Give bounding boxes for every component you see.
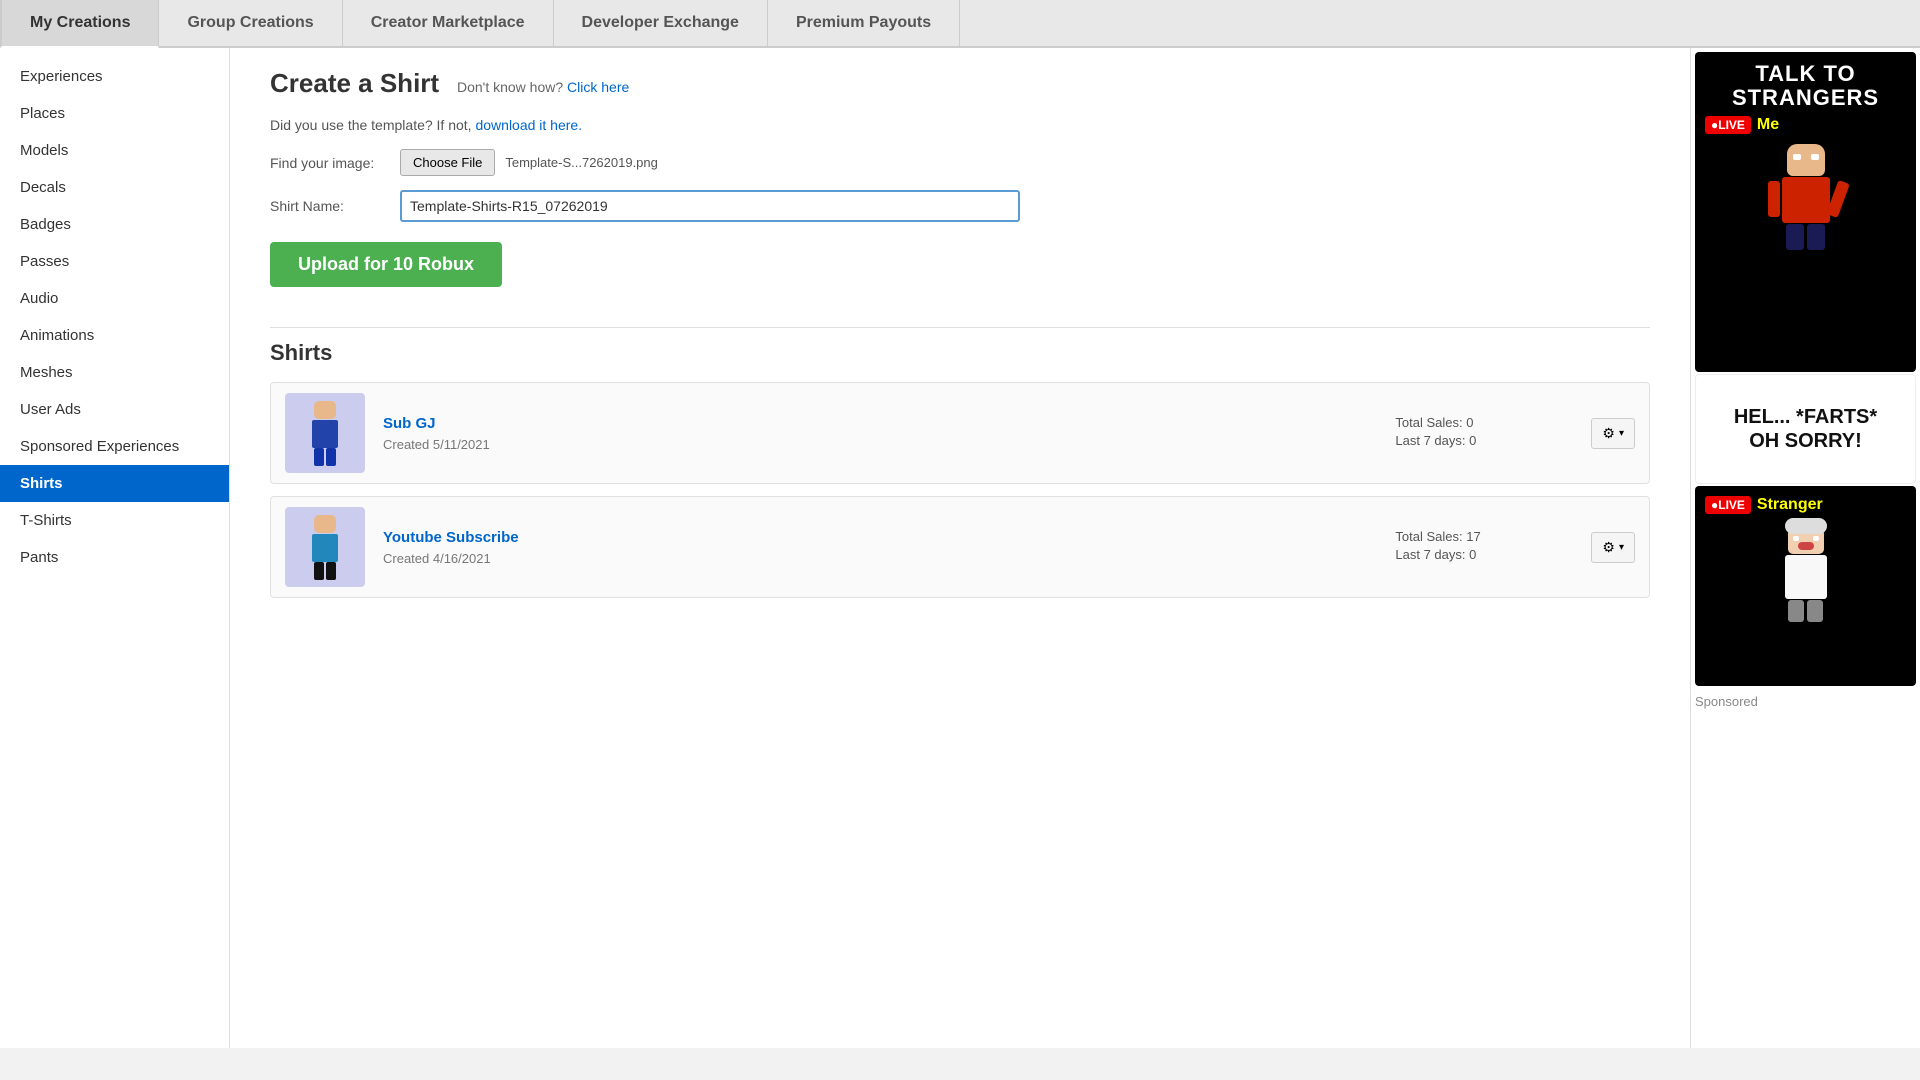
- live-badge-1: ●LIVE: [1705, 116, 1751, 134]
- shirts-section-heading: Shirts: [270, 340, 1650, 366]
- shirt-name-label: Shirt Name:: [270, 198, 400, 214]
- list-item: Sub GJ Created 5/11/2021 Total Sales: 0 …: [270, 382, 1650, 484]
- ad-live-row-1: ●LIVE Me: [1705, 116, 1906, 134]
- shirt-name-input[interactable]: [400, 190, 1020, 222]
- sidebar-item-models[interactable]: Models: [0, 132, 229, 169]
- dont-know-label: Don't know how?: [457, 79, 563, 95]
- gear-button-sub-gj[interactable]: ⚙ ▾: [1591, 418, 1635, 449]
- shirt-name-link-sub-gj[interactable]: Sub GJ: [383, 415, 1395, 432]
- download-template-link[interactable]: download it here.: [475, 117, 582, 133]
- sidebar-item-places[interactable]: Places: [0, 95, 229, 132]
- shirt-info-sub-gj: Sub GJ Created 5/11/2021: [383, 415, 1395, 452]
- gear-button-youtube[interactable]: ⚙ ▾: [1591, 532, 1635, 563]
- shirt-info-youtube: Youtube Subscribe Created 4/16/2021: [383, 529, 1395, 566]
- sidebar-item-sponsored-experiences[interactable]: Sponsored Experiences: [0, 428, 229, 465]
- ad-panel-farts[interactable]: HEL... *FARTS*OH SORRY!: [1695, 374, 1916, 484]
- chevron-down-icon: ▾: [1619, 542, 1624, 553]
- sidebar: Experiences Places Models Decals Badges …: [0, 48, 230, 1048]
- sidebar-item-t-shirts[interactable]: T-Shirts: [0, 502, 229, 539]
- live-name-3: Stranger: [1757, 496, 1823, 514]
- shirt-stats-sub-gj: Total Sales: 0 Last 7 days: 0: [1395, 415, 1575, 451]
- page-title: Create a Shirt: [270, 68, 439, 98]
- ad-panel-talk-strangers[interactable]: TALK TOSTRANGERS ●LIVE Me: [1695, 52, 1916, 372]
- create-shirt-header: Create a Shirt Don't know how? Click her…: [270, 68, 1650, 99]
- tab-premium-payouts[interactable]: Premium Payouts: [768, 0, 960, 46]
- file-name-display: Template-S...7262019.png: [505, 155, 658, 170]
- sidebar-item-meshes[interactable]: Meshes: [0, 354, 229, 391]
- ad-text-farts: HEL... *FARTS*OH SORRY!: [1734, 405, 1877, 453]
- divider: [270, 327, 1650, 328]
- upload-button[interactable]: Upload for 10 Robux: [270, 242, 502, 287]
- shirt-stats-youtube: Total Sales: 17 Last 7 days: 0: [1395, 529, 1575, 565]
- ad-panel-stranger[interactable]: ●LIVE Stranger: [1695, 486, 1916, 686]
- find-image-row: Find your image: Choose File Template-S.…: [270, 149, 1650, 176]
- template-info-text: Did you use the template? If not, downlo…: [270, 117, 1650, 133]
- shirt-created-sub-gj: Created 5/11/2021: [383, 437, 490, 452]
- gear-icon: ⚙: [1602, 425, 1615, 442]
- total-sales-sub-gj: Total Sales: 0: [1395, 415, 1575, 430]
- shirt-created-youtube: Created 4/16/2021: [383, 551, 491, 566]
- sidebar-item-pants[interactable]: Pants: [0, 539, 229, 576]
- tab-group-creations[interactable]: Group Creations: [159, 0, 342, 46]
- tab-my-creations[interactable]: My Creations: [0, 0, 159, 48]
- ad-sidebar: TALK TOSTRANGERS ●LIVE Me: [1690, 48, 1920, 1048]
- tab-creator-marketplace[interactable]: Creator Marketplace: [343, 0, 554, 46]
- live-badge-3: ●LIVE: [1705, 496, 1751, 514]
- dont-know-text: Don't know how? Click here: [457, 79, 629, 95]
- shirt-name-link-youtube[interactable]: Youtube Subscribe: [383, 529, 1395, 546]
- total-sales-youtube: Total Sales: 17: [1395, 529, 1575, 544]
- sponsored-label: Sponsored: [1695, 694, 1916, 709]
- main-layout: Experiences Places Models Decals Badges …: [0, 48, 1920, 1048]
- choose-file-button[interactable]: Choose File: [400, 149, 495, 176]
- last7days-sub-gj: Last 7 days: 0: [1395, 433, 1575, 448]
- find-image-label: Find your image:: [270, 155, 400, 171]
- shirt-name-row: Shirt Name:: [270, 190, 1650, 222]
- list-item: Youtube Subscribe Created 4/16/2021 Tota…: [270, 496, 1650, 598]
- sidebar-item-passes[interactable]: Passes: [0, 243, 229, 280]
- main-content: Create a Shirt Don't know how? Click her…: [230, 48, 1690, 1048]
- gear-icon: ⚙: [1602, 539, 1615, 556]
- top-navigation: My Creations Group Creations Creator Mar…: [0, 0, 1920, 48]
- click-here-link[interactable]: Click here: [567, 79, 629, 95]
- ad-title-talk-strangers: TALK TOSTRANGERS: [1732, 62, 1879, 110]
- tab-developer-exchange[interactable]: Developer Exchange: [554, 0, 768, 46]
- sidebar-item-badges[interactable]: Badges: [0, 206, 229, 243]
- sidebar-item-user-ads[interactable]: User Ads: [0, 391, 229, 428]
- live-name-1: Me: [1757, 116, 1779, 134]
- shirt-thumbnail-sub-gj: [285, 393, 365, 473]
- sidebar-item-decals[interactable]: Decals: [0, 169, 229, 206]
- template-label: Did you use the template? If not,: [270, 117, 472, 133]
- chevron-down-icon: ▾: [1619, 428, 1624, 439]
- sidebar-item-animations[interactable]: Animations: [0, 317, 229, 354]
- ad-live-row-3: ●LIVE Stranger: [1705, 496, 1906, 514]
- sidebar-item-shirts[interactable]: Shirts: [0, 465, 229, 502]
- sidebar-item-experiences[interactable]: Experiences: [0, 58, 229, 95]
- shirt-thumbnail-youtube: [285, 507, 365, 587]
- sidebar-item-audio[interactable]: Audio: [0, 280, 229, 317]
- last7days-youtube: Last 7 days: 0: [1395, 547, 1575, 562]
